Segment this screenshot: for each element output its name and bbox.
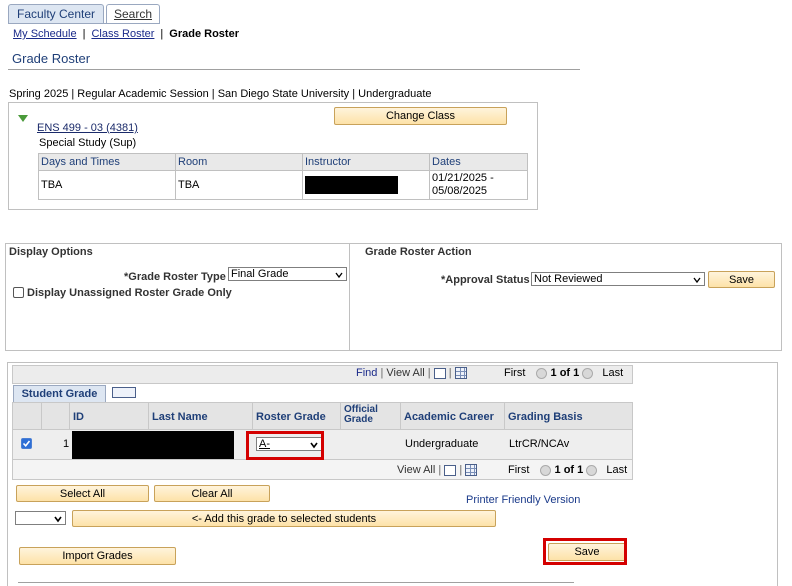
meeting-days-times: TBA xyxy=(38,170,176,200)
nav-separator: | xyxy=(459,464,463,476)
checkmark-icon xyxy=(22,440,31,448)
prev-arrow-icon[interactable] xyxy=(536,367,548,379)
grade-to-apply-select[interactable] xyxy=(15,511,66,525)
display-options-box: Display Options *Grade Roster Type Final… xyxy=(5,243,350,351)
import-grades-button[interactable]: Import Grades xyxy=(19,547,176,565)
meeting-table: Days and Times Room Instructor Dates TBA… xyxy=(38,153,528,200)
roster-action-box: Grade Roster Action *Approval Status Not… xyxy=(349,243,782,351)
last-label[interactable]: Last xyxy=(602,367,623,379)
tab-faculty-center[interactable]: Faculty Center xyxy=(8,4,104,24)
chevron-down-icon xyxy=(54,516,62,523)
download-spreadsheet-icon[interactable] xyxy=(465,464,478,477)
next-arrow-icon[interactable] xyxy=(586,464,598,476)
unassigned-only-checkbox[interactable] xyxy=(13,287,24,298)
nav-separator: | xyxy=(427,367,431,379)
official-grade-line2: Grade xyxy=(344,414,373,425)
meeting-instructor xyxy=(302,170,430,200)
change-class-button[interactable]: Change Class xyxy=(334,107,507,125)
breadcrumb-separator: | xyxy=(82,28,86,40)
roster-type-select[interactable]: Final Grade xyxy=(228,267,347,281)
col-days-times: Days and Times xyxy=(38,153,176,171)
term-info: Spring 2025 | Regular Academic Session |… xyxy=(9,88,432,100)
breadcrumb-my-schedule[interactable]: My Schedule xyxy=(13,28,77,40)
tab-search[interactable]: Search xyxy=(106,4,160,24)
view-all-link-bottom[interactable]: View All xyxy=(397,464,435,476)
pagination-text-bottom: 1 of 1 xyxy=(554,464,584,476)
student-id-redacted xyxy=(72,431,234,459)
row-select-checkbox[interactable] xyxy=(21,438,32,449)
breadcrumb: My Schedule | Class Roster | Grade Roster xyxy=(13,28,239,40)
select-all-button[interactable]: Select All xyxy=(16,485,149,502)
meeting-dates-start: 01/21/2025 - xyxy=(432,172,494,184)
breadcrumb-grade-roster: Grade Roster xyxy=(169,28,239,40)
approval-status-label: *Approval Status xyxy=(441,274,530,286)
approval-save-button[interactable]: Save xyxy=(708,271,775,288)
class-link[interactable]: ENS 499 - 03 (4381) xyxy=(37,122,138,134)
pager-bottom: First 1 of 1 Last xyxy=(508,464,627,476)
student-grade-tab[interactable]: Student Grade xyxy=(13,385,106,402)
instructor-redacted xyxy=(305,176,398,194)
bottom-divider xyxy=(18,582,574,583)
meeting-room: TBA xyxy=(175,170,303,200)
next-arrow-icon[interactable] xyxy=(582,367,594,379)
class-info-box: ENS 499 - 03 (4381) Special Study (Sup) … xyxy=(8,102,538,210)
collapse-triangle-icon[interactable] xyxy=(18,115,28,123)
meeting-header-row: Days and Times Room Instructor Dates xyxy=(38,153,528,171)
title-divider xyxy=(8,69,580,70)
col-header-academic-career: Academic Career xyxy=(404,411,494,423)
roster-grade-highlight xyxy=(246,431,324,460)
zoom-grid-icon[interactable] xyxy=(444,464,457,476)
col-header-grading-basis: Grading Basis xyxy=(508,411,583,423)
tab-search-label: Search xyxy=(113,7,153,21)
col-dates: Dates xyxy=(432,156,461,168)
col-header-official-grade: Official Grade xyxy=(344,405,378,425)
meeting-dates: 01/21/2025 - 05/08/2025 xyxy=(430,171,528,200)
add-grade-button[interactable]: <- Add this grade to selected students xyxy=(72,510,496,527)
pagination-text: 1 of 1 xyxy=(550,367,580,379)
pager-top: First 1 of 1 Last xyxy=(504,367,623,379)
first-label-bottom[interactable]: First xyxy=(508,464,529,476)
col-header-last-name: Last Name xyxy=(152,411,208,423)
last-label-bottom[interactable]: Last xyxy=(606,464,627,476)
find-link[interactable]: Find xyxy=(356,367,377,379)
grading-basis-value: LtrCR/NCAv xyxy=(509,438,570,450)
tab-underline xyxy=(8,23,160,24)
col-header-id: ID xyxy=(73,411,84,423)
nav-separator: | xyxy=(438,464,442,476)
row-number: 1 xyxy=(63,438,70,450)
class-title: Special Study (Sup) xyxy=(39,137,137,149)
roster-type-value: Final Grade xyxy=(231,268,289,280)
academic-career-value: Undergraduate xyxy=(405,438,479,450)
prev-arrow-icon[interactable] xyxy=(540,464,552,476)
first-label[interactable]: First xyxy=(504,367,525,379)
clear-all-button[interactable]: Clear All xyxy=(154,485,270,502)
meeting-dates-end: 05/08/2025 xyxy=(432,185,488,197)
meeting-row: TBA TBA 01/21/2025 - 05/08/2025 xyxy=(38,170,528,200)
breadcrumb-separator: | xyxy=(160,28,164,40)
approval-status-value: Not Reviewed xyxy=(534,273,603,285)
col-instructor: Instructor xyxy=(302,153,430,171)
show-all-columns-icon[interactable] xyxy=(112,387,136,398)
page-title: Grade Roster xyxy=(12,51,91,66)
printer-friendly-link[interactable]: Printer Friendly Version xyxy=(466,494,580,506)
grid-nav-bottom: View All | | xyxy=(397,464,478,477)
chevron-down-icon xyxy=(693,277,701,284)
nav-separator: | xyxy=(448,367,452,379)
view-all-link[interactable]: View All xyxy=(386,367,424,379)
download-spreadsheet-icon[interactable] xyxy=(454,367,467,380)
grid-nav-top: Find | View All | | xyxy=(356,367,467,380)
col-header-roster-grade: Roster Grade xyxy=(256,411,326,423)
unassigned-only-label: Display Unassigned Roster Grade Only xyxy=(27,287,232,299)
breadcrumb-class-roster[interactable]: Class Roster xyxy=(91,28,154,40)
roster-action-heading: Grade Roster Action xyxy=(365,246,472,258)
save-highlight xyxy=(543,538,627,565)
nav-separator: | xyxy=(380,367,384,379)
col-room: Room xyxy=(175,153,303,171)
display-options-heading: Display Options xyxy=(9,246,93,258)
roster-type-label: *Grade Roster Type xyxy=(124,271,226,283)
chevron-down-icon xyxy=(335,272,343,279)
zoom-grid-icon[interactable] xyxy=(433,367,446,379)
approval-status-select[interactable]: Not Reviewed xyxy=(531,272,705,286)
